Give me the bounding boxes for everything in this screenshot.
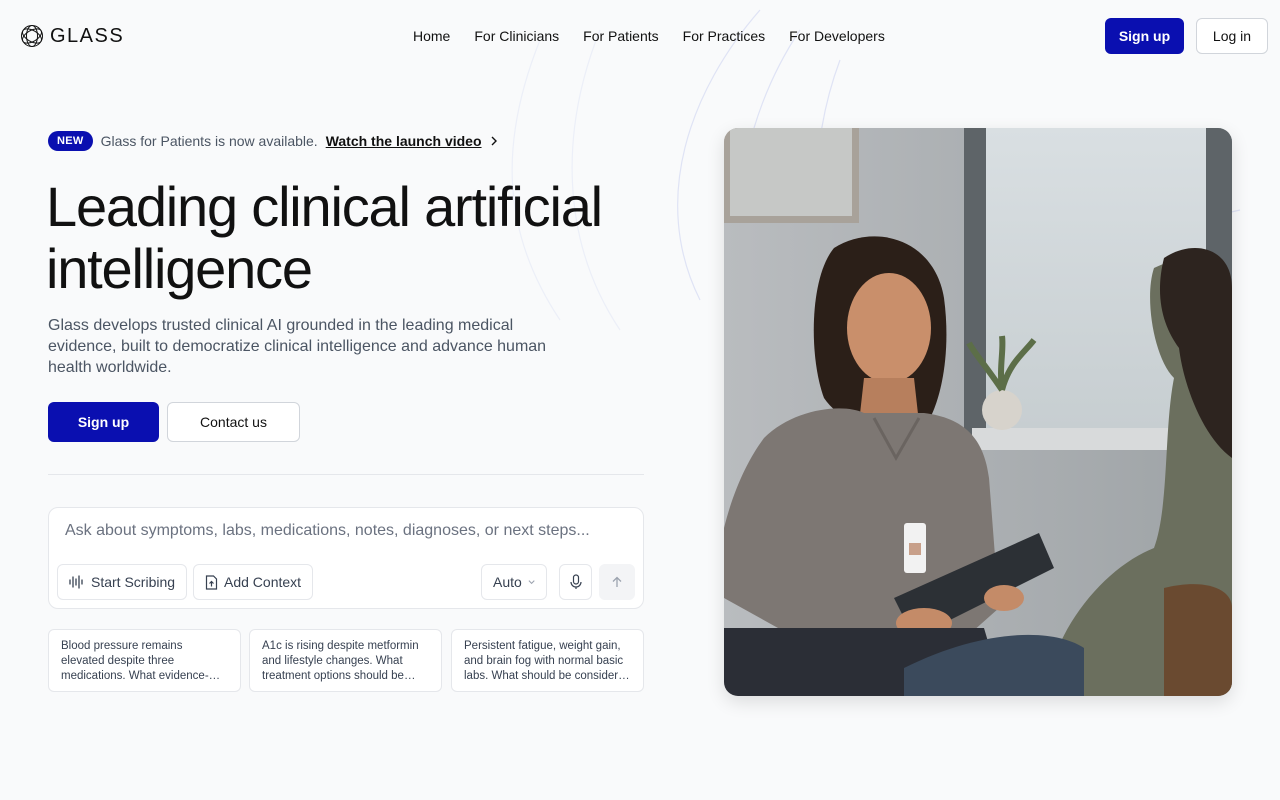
mode-select[interactable]: Auto	[481, 564, 547, 600]
hero-subtitle: Glass develops trusted clinical AI groun…	[48, 317, 547, 376]
chevron-down-icon	[528, 580, 535, 585]
nav-for-developers[interactable]: For Developers	[789, 28, 885, 44]
prompt-text: Blood pressure remains elevated despite …	[61, 640, 209, 682]
mode-value: Auto	[493, 574, 522, 590]
prompt-suggestion[interactable]: Persistent fatigue, weight gain, and bra…	[451, 629, 644, 692]
launch-video-link[interactable]: Watch the launch video	[326, 133, 482, 149]
top-header: GLASS Home For Clinicians For Patients F…	[0, 0, 1280, 72]
hero-photo	[724, 128, 1232, 696]
brand-logo[interactable]: GLASS	[20, 24, 124, 48]
start-scribing-label: Start Scribing	[91, 574, 176, 590]
hero-title: Leading clinical artificial intelligence	[46, 175, 603, 300]
clinician-consultation-image	[724, 128, 1232, 696]
chevron-right-icon	[491, 136, 497, 146]
brand-name: GLASS	[50, 24, 125, 47]
prompt-text: Persistent fatigue, weight gain, and bra…	[464, 640, 631, 682]
add-context-button[interactable]: Add Context	[193, 564, 314, 600]
prompt-text: A1c is rising despite metformin and life…	[262, 640, 419, 682]
nav-home[interactable]: Home	[413, 28, 450, 44]
microphone-button[interactable]	[559, 564, 592, 600]
microphone-icon	[569, 574, 582, 589]
prompt-suggestion[interactable]: Blood pressure remains elevated despite …	[48, 629, 241, 692]
start-scribing-button[interactable]: Start Scribing	[57, 564, 188, 600]
announcement-text: Glass for Patients is now available.	[100, 133, 318, 149]
new-badge: NEW	[48, 131, 93, 151]
announcement-bar: NEW Glass for Patients is now available.…	[48, 131, 498, 151]
header-login-button[interactable]: Log in	[1196, 18, 1268, 54]
main-nav: Home For Clinicians For Patients For Pra…	[413, 28, 885, 44]
arrow-up-icon	[612, 576, 622, 587]
ask-box: Start Scribing Add Context Auto	[48, 507, 644, 609]
file-upload-icon	[205, 574, 218, 590]
add-context-label: Add Context	[224, 574, 302, 590]
header-signup-button[interactable]: Sign up	[1105, 18, 1184, 54]
section-divider	[48, 474, 644, 475]
ask-input[interactable]	[65, 522, 625, 540]
nav-for-practices[interactable]: For Practices	[683, 28, 765, 44]
nav-for-patients[interactable]: For Patients	[583, 28, 658, 44]
waveform-icon	[69, 575, 83, 589]
nav-for-clinicians[interactable]: For Clinicians	[474, 28, 559, 44]
hero-signup-button[interactable]: Sign up	[48, 402, 159, 442]
prompt-suggestion[interactable]: A1c is rising despite metformin and life…	[249, 629, 442, 692]
glass-logo-icon	[21, 25, 43, 47]
send-button[interactable]	[599, 564, 635, 600]
contact-us-button[interactable]: Contact us	[167, 402, 300, 442]
